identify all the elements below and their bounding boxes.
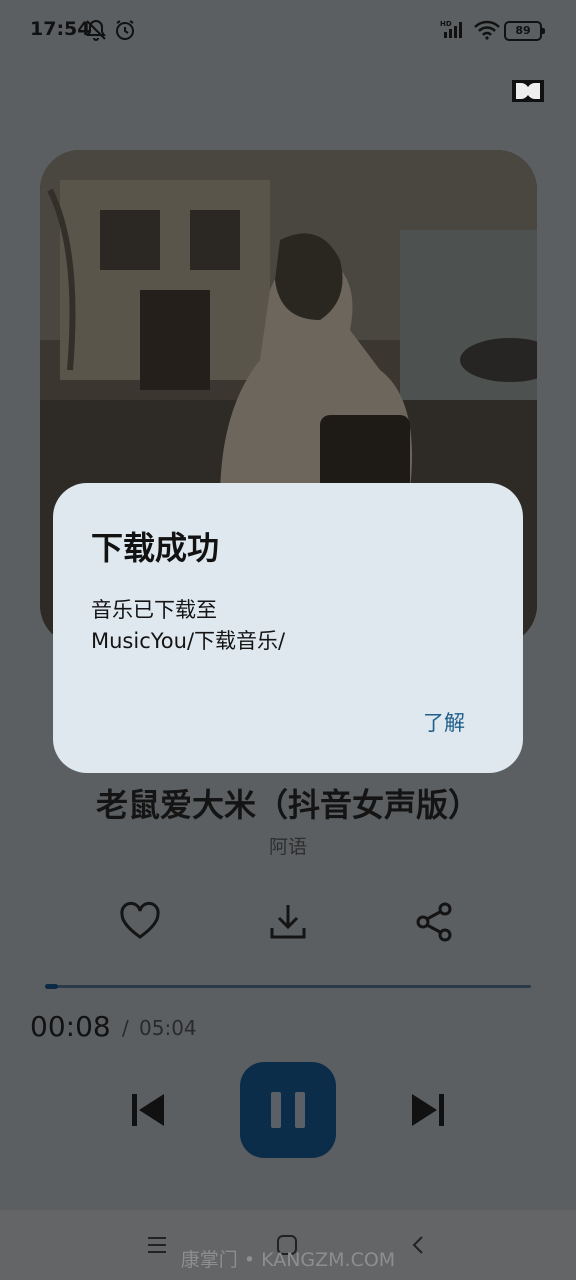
battery-level: 89 <box>515 24 531 37</box>
skip-next-icon[interactable] <box>408 1090 448 1130</box>
heart-icon[interactable] <box>118 900 162 944</box>
progress-slider[interactable] <box>45 984 531 989</box>
download-success-dialog: 下载成功 音乐已下载至 MusicYou/下载音乐/ 了解 <box>53 483 523 773</box>
pause-icon-bar <box>295 1092 305 1128</box>
dialog-title: 下载成功 <box>91 529 220 567</box>
status-time: 17:54 <box>30 18 91 40</box>
song-title: 老鼠爱大米（抖音女声版） <box>95 786 480 824</box>
skip-previous-icon[interactable] <box>128 1090 168 1130</box>
status-bar: 17:54 HD 89 <box>0 0 576 60</box>
dolby-icon[interactable] <box>512 80 544 102</box>
time-separator: / <box>122 1016 129 1040</box>
watermark: 康掌门 • KANGZM.COM <box>180 1249 396 1271</box>
pause-button[interactable] <box>240 1062 336 1158</box>
total-time: 05:04 <box>139 1016 197 1040</box>
progress-fill <box>45 984 58 989</box>
dialog-message: 音乐已下载至 <box>91 598 217 622</box>
confirm-button[interactable]: 了解 <box>423 707 465 737</box>
current-time: 00:08 <box>30 1010 111 1043</box>
download-icon[interactable] <box>266 900 310 944</box>
alarm-icon <box>116 20 134 40</box>
hd-signal-icon: HD <box>440 20 462 38</box>
pause-icon <box>271 1092 281 1128</box>
wifi-icon <box>474 20 500 40</box>
share-icon[interactable] <box>413 900 457 944</box>
artist-name[interactable]: 阿语 <box>0 832 576 859</box>
battery-icon: 89 <box>504 21 545 41</box>
dialog-message-path: MusicYou/下载音乐/ <box>91 629 286 653</box>
svg-text:HD: HD <box>440 20 452 28</box>
mute-notifications-icon <box>86 19 106 41</box>
